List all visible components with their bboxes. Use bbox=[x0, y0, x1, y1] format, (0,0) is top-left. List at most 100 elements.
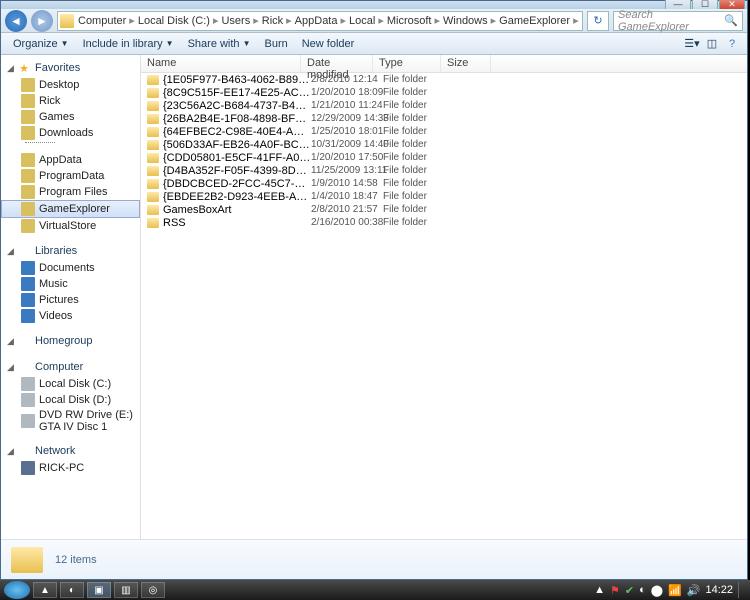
crumb-part[interactable]: GameExplorer bbox=[499, 15, 570, 27]
file-row[interactable]: {506D33AF-EB26-4A0F-BC3B-2EF070DE2434}10… bbox=[141, 138, 747, 151]
forward-button[interactable]: ► bbox=[31, 10, 53, 32]
taskbar-app[interactable]: ▥ bbox=[114, 582, 138, 598]
nav-item[interactable]: Pictures bbox=[1, 292, 140, 308]
file-row[interactable]: RSS2/16/2010 00:38File folder bbox=[141, 216, 747, 229]
nav-group-header[interactable]: ◢Network bbox=[1, 442, 140, 460]
crumb-part[interactable]: Local bbox=[349, 15, 375, 27]
nav-group-header[interactable]: ◢Computer bbox=[1, 358, 140, 376]
folder-icon bbox=[147, 114, 159, 124]
breadcrumb-box[interactable]: Computer▸Local Disk (C:)▸Users▸Rick▸AppD… bbox=[57, 11, 583, 31]
nav-item[interactable]: Downloads bbox=[1, 125, 140, 141]
folder-icon bbox=[21, 261, 35, 275]
file-row[interactable]: {8C9C515F-EE17-4E25-ACAD-0D710E2DD848}1/… bbox=[141, 86, 747, 99]
folder-icon bbox=[21, 461, 35, 475]
address-bar: ◄ ► Computer▸Local Disk (C:)▸Users▸Rick▸… bbox=[1, 9, 747, 33]
folder-icon bbox=[11, 547, 43, 573]
crumb-part[interactable]: Users bbox=[221, 15, 250, 27]
nav-dotted bbox=[1, 141, 140, 144]
file-list: {1E05F977-B463-4062-B898-9AD4B0332B70}2/… bbox=[141, 73, 747, 539]
folder-icon bbox=[21, 126, 35, 140]
lib-icon bbox=[17, 244, 31, 258]
search-icon: 🔍 bbox=[724, 14, 738, 27]
folder-icon bbox=[21, 94, 35, 108]
nav-item[interactable]: Local Disk (D:) bbox=[1, 392, 140, 408]
refresh-button[interactable]: ↻ bbox=[587, 11, 609, 31]
organize-button[interactable]: Organize▼ bbox=[7, 36, 75, 52]
taskbar-app[interactable]: ◐ bbox=[60, 582, 84, 598]
crumb-part[interactable]: Rick bbox=[262, 15, 283, 27]
nav-item[interactable]: ProgramData bbox=[1, 168, 140, 184]
col-name[interactable]: Name bbox=[141, 55, 301, 72]
taskbar-app[interactable]: ▣ bbox=[87, 582, 111, 598]
file-row[interactable]: GamesBoxArt2/8/2010 21:57File folder bbox=[141, 203, 747, 216]
nav-item[interactable]: VirtualStore bbox=[1, 218, 140, 234]
nav-item[interactable]: AppData bbox=[1, 152, 140, 168]
back-button[interactable]: ◄ bbox=[5, 10, 27, 32]
nav-item[interactable]: Games bbox=[1, 109, 140, 125]
crumb-part[interactable]: Windows bbox=[443, 15, 488, 27]
crumb-part[interactable]: Microsoft bbox=[387, 15, 432, 27]
crumb-part[interactable]: AppData bbox=[295, 15, 338, 27]
folder-icon bbox=[21, 293, 35, 307]
crumb-part[interactable]: Computer bbox=[78, 15, 126, 27]
folder-icon bbox=[21, 78, 35, 92]
nav-item[interactable]: Program Files bbox=[1, 184, 140, 200]
file-row[interactable]: {1E05F977-B463-4062-B898-9AD4B0332B70}2/… bbox=[141, 73, 747, 86]
start-button[interactable] bbox=[4, 581, 30, 599]
taskbar-app[interactable]: ◎ bbox=[141, 582, 165, 598]
content-pane: Name Date modified Type Size {1E05F977-B… bbox=[141, 55, 747, 539]
view-options-button[interactable]: ☰▾ bbox=[683, 36, 701, 52]
crumb-part[interactable]: Local Disk (C:) bbox=[138, 15, 210, 27]
nav-item[interactable]: Local Disk (C:) bbox=[1, 376, 140, 392]
folder-icon bbox=[21, 185, 35, 199]
col-date[interactable]: Date modified bbox=[301, 55, 373, 72]
nav-item[interactable]: Desktop bbox=[1, 77, 140, 93]
folder-icon bbox=[21, 377, 35, 391]
nav-group-header[interactable]: ◢Libraries bbox=[1, 242, 140, 260]
tray-icon[interactable]: 📶 bbox=[668, 584, 682, 597]
include-library-button[interactable]: Include in library▼ bbox=[77, 36, 180, 52]
file-row[interactable]: {26BA2B4E-1F08-4898-BF4B-AE65FF07B0D8}12… bbox=[141, 112, 747, 125]
nav-item[interactable]: GameExplorer bbox=[1, 200, 140, 218]
preview-pane-button[interactable]: ◫ bbox=[703, 36, 721, 52]
file-row[interactable]: {64EFBEC2-C98E-40E4-AB8F-4F94D5DDABF4}1/… bbox=[141, 125, 747, 138]
file-row[interactable]: {23C56A2C-B684-4737-B44A-6784453307A6}1/… bbox=[141, 99, 747, 112]
taskbar-app[interactable]: ▲ bbox=[33, 582, 57, 598]
star-icon: ★ bbox=[17, 61, 31, 75]
new-folder-button[interactable]: New folder bbox=[296, 36, 361, 52]
share-with-button[interactable]: Share with▼ bbox=[182, 36, 257, 52]
folder-icon bbox=[21, 414, 35, 428]
nav-item[interactable]: Documents bbox=[1, 260, 140, 276]
nav-group-header[interactable]: ◢★Favorites bbox=[1, 59, 140, 77]
nav-item[interactable]: Music bbox=[1, 276, 140, 292]
clock[interactable]: 14:22 bbox=[705, 584, 733, 596]
folder-icon bbox=[21, 277, 35, 291]
volume-icon[interactable]: 🔊 bbox=[687, 584, 701, 597]
burn-button[interactable]: Burn bbox=[258, 36, 293, 52]
tray-icon[interactable]: ▲ bbox=[594, 584, 605, 596]
col-type[interactable]: Type bbox=[373, 55, 441, 72]
show-desktop[interactable] bbox=[738, 582, 746, 598]
file-row[interactable]: {CDD05801-E5CF-41FF-A018-D6400184259B}1/… bbox=[141, 151, 747, 164]
folder-icon bbox=[147, 179, 159, 189]
tray-icon[interactable]: ✔ bbox=[625, 584, 634, 597]
nav-item[interactable]: DVD RW Drive (E:) GTA IV Disc 1 bbox=[1, 408, 140, 434]
file-row[interactable]: {EBDEE2B2-D923-4EEB-ABCA-83CEAF9E6145}1/… bbox=[141, 190, 747, 203]
tray-icon[interactable]: ⚑ bbox=[610, 584, 620, 597]
nav-item[interactable]: Rick bbox=[1, 93, 140, 109]
search-input[interactable]: Search GameExplorer 🔍 bbox=[613, 11, 743, 31]
nav-item[interactable]: RICK-PC bbox=[1, 460, 140, 476]
system-tray[interactable]: ▲ ⚑ ✔ ◐ ⬤ 📶 🔊 14:22 bbox=[594, 582, 746, 598]
tray-icon[interactable]: ⬤ bbox=[651, 584, 663, 597]
nav-group-header[interactable]: ◢Homegroup bbox=[1, 332, 140, 350]
nav-item[interactable]: Videos bbox=[1, 308, 140, 324]
breadcrumb[interactable]: Computer▸Local Disk (C:)▸Users▸Rick▸AppD… bbox=[78, 14, 582, 27]
file-row[interactable]: {D4BA352F-F05F-4399-8D20-40E9A4E1850F}11… bbox=[141, 164, 747, 177]
tray-icon[interactable]: ◐ bbox=[639, 584, 646, 596]
file-row[interactable]: {DBDCBCED-2FCC-45C7-B618-B2469DD44819}1/… bbox=[141, 177, 747, 190]
net-icon bbox=[17, 444, 31, 458]
help-button[interactable]: ? bbox=[723, 36, 741, 52]
folder-icon bbox=[147, 192, 159, 202]
folder-icon bbox=[21, 309, 35, 323]
col-size[interactable]: Size bbox=[441, 55, 491, 72]
